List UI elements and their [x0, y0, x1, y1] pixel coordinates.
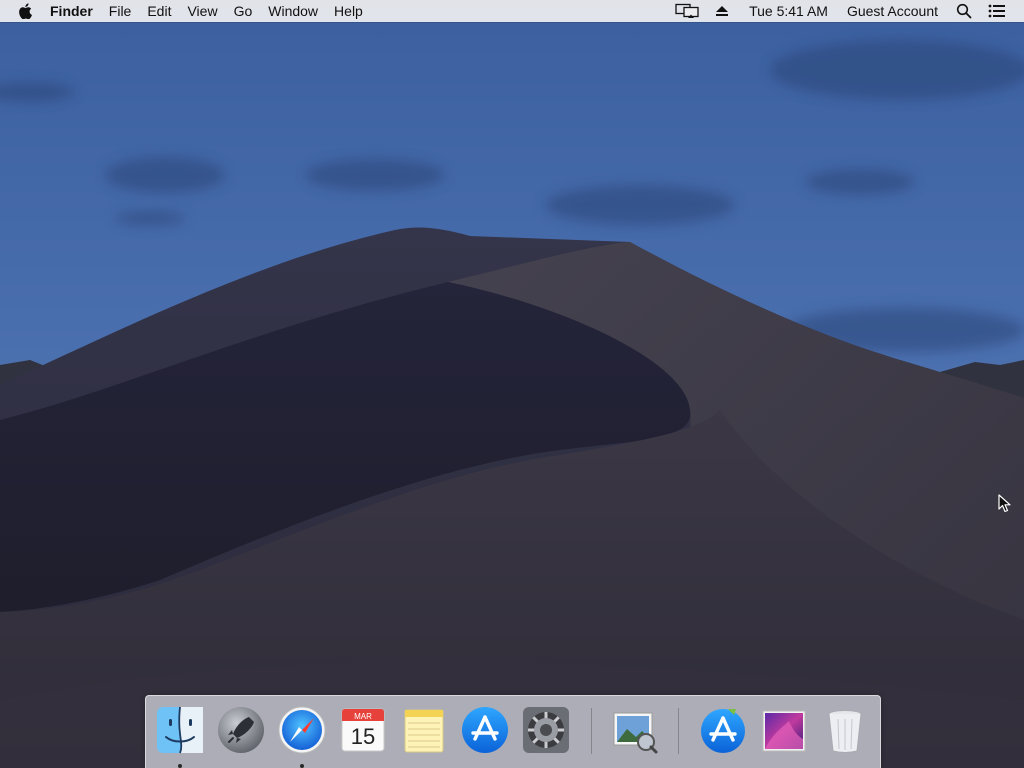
- dock-item-safari[interactable]: [276, 704, 328, 768]
- fast-user-switching-menu[interactable]: Guest Account: [837, 0, 948, 22]
- menubar-clock[interactable]: Tue 5:41 AM: [737, 0, 837, 22]
- app-store-download-icon: [701, 709, 745, 753]
- calendar-day: 15: [351, 724, 375, 749]
- notification-center-button[interactable]: [980, 4, 1014, 18]
- menu-view[interactable]: View: [179, 0, 225, 22]
- airplay-menu-extra[interactable]: [667, 3, 707, 19]
- dock-item-system-preferences[interactable]: [520, 704, 572, 756]
- apple-menu[interactable]: [0, 0, 44, 22]
- dock-separator: [591, 708, 592, 754]
- apple-logo-icon: [19, 3, 32, 19]
- dock-item-trash[interactable]: [819, 704, 871, 756]
- dock: MAR 15: [145, 695, 881, 768]
- running-indicator: [178, 764, 182, 768]
- spotlight-search-icon: [956, 3, 972, 19]
- wallpaper-image-icon: [762, 710, 806, 752]
- airplay-display-icon: [675, 3, 699, 18]
- eject-menu-extra[interactable]: [707, 4, 737, 18]
- spotlight-button[interactable]: [948, 3, 980, 19]
- app-store-icon: [462, 707, 508, 753]
- menu-bar: Finder File Edit View Go Window Help Tue…: [0, 0, 1024, 22]
- dock-item-install-macos[interactable]: [697, 704, 749, 756]
- desktop-wallpaper: [0, 0, 1024, 768]
- dock-item-finder[interactable]: [154, 704, 206, 768]
- system-preferences-gear-icon: [523, 707, 569, 753]
- dock-item-notes[interactable]: [398, 704, 450, 756]
- menu-file[interactable]: File: [101, 0, 140, 22]
- notification-center-icon: [988, 4, 1005, 18]
- dock-item-wallpaper[interactable]: [758, 704, 810, 756]
- safari-compass-icon: [278, 706, 326, 754]
- finder-icon: [157, 706, 203, 754]
- dock-separator: [678, 708, 679, 754]
- notes-icon: [404, 709, 444, 753]
- menu-app-finder[interactable]: Finder: [44, 0, 101, 22]
- calendar-icon: MAR 15: [341, 708, 385, 752]
- dock-item-launchpad[interactable]: [215, 704, 267, 756]
- dock-item-calendar[interactable]: MAR 15: [337, 704, 389, 756]
- calendar-month: MAR: [354, 712, 372, 721]
- menu-window[interactable]: Window: [260, 0, 326, 22]
- eject-icon: [716, 6, 729, 16]
- mouse-cursor: [998, 494, 1012, 519]
- launchpad-rocket-icon: [218, 707, 264, 753]
- arrow-pointer-icon: [998, 494, 1011, 513]
- running-indicator: [300, 764, 304, 768]
- preview-photos-icon: [613, 712, 658, 754]
- menu-go[interactable]: Go: [226, 0, 261, 22]
- menu-help[interactable]: Help: [326, 0, 371, 22]
- dock-item-preview[interactable]: [608, 704, 660, 756]
- dock-item-app-store[interactable]: [459, 704, 511, 756]
- trash-icon: [828, 710, 862, 753]
- menu-edit[interactable]: Edit: [139, 0, 179, 22]
- mojave-dunes-wallpaper: [0, 0, 1024, 768]
